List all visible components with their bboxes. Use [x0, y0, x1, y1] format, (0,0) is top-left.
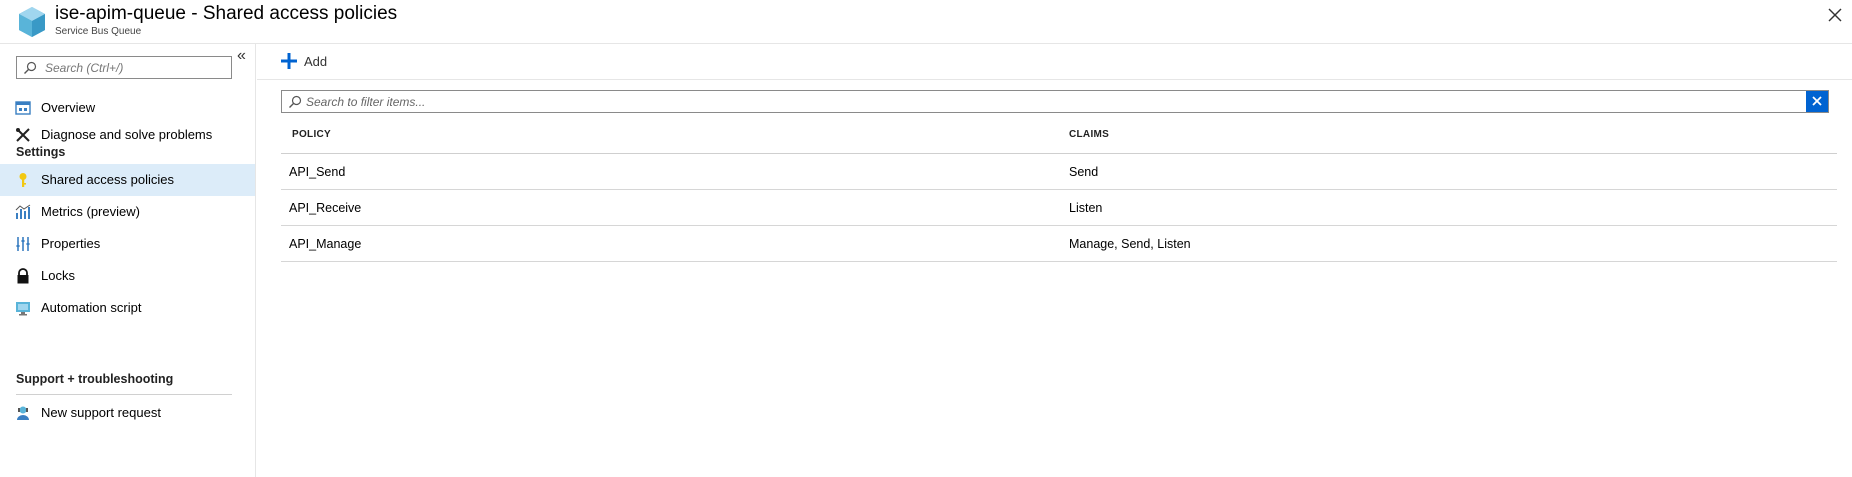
section-divider [16, 394, 232, 395]
table-header: POLICY CLAIMS [281, 120, 1837, 154]
sidebar-item-label: New support request [41, 405, 161, 420]
policy-claims: Send [1069, 165, 1099, 179]
key-icon [19, 173, 27, 187]
wrench-icon [16, 128, 30, 142]
table-row[interactable]: API_Send Send [281, 154, 1837, 190]
overview-icon [15, 101, 31, 115]
plus-icon [281, 53, 297, 69]
sidebar-item-label: Automation script [41, 300, 142, 315]
column-header-policy[interactable]: POLICY [292, 129, 331, 140]
sidebar-item-new-support-request[interactable]: New support request [0, 397, 255, 429]
sidebar-item-automation-script[interactable]: Automation script [0, 292, 255, 324]
sidebar-item-label: Metrics (preview) [41, 204, 140, 219]
policy-name[interactable]: API_Manage [289, 237, 361, 251]
properties-icon [16, 237, 30, 251]
page-subtitle: Service Bus Queue [55, 26, 142, 37]
close-icon [1812, 96, 1822, 106]
table-row[interactable]: API_Manage Manage, Send, Listen [281, 226, 1837, 262]
command-bar: Add [257, 44, 1852, 80]
sidebar-item-label: Diagnose and solve problems [41, 127, 213, 142]
clear-filter-button[interactable] [1806, 91, 1828, 112]
policy-claims: Listen [1069, 201, 1103, 215]
sidebar-item-label: Properties [41, 236, 101, 251]
blade-header: ise-apim-queue - Shared access policies … [0, 0, 1852, 44]
menu-search-box[interactable] [16, 56, 232, 79]
policy-name[interactable]: API_Receive [289, 201, 361, 215]
service-bus-queue-icon [19, 7, 45, 37]
collapse-menu-button[interactable]: « [237, 48, 246, 64]
close-icon[interactable] [1826, 6, 1844, 24]
support-icon [17, 406, 29, 420]
sidebar-item-shared-access-policies[interactable]: Shared access policies [0, 164, 255, 196]
automation-icon [16, 302, 30, 316]
search-icon [289, 95, 302, 108]
menu-search-input[interactable] [45, 59, 225, 76]
sidebar-item-locks[interactable]: Locks [0, 260, 255, 292]
sidebar-item-label: Shared access policies [41, 172, 174, 187]
section-support-title: Support + troubleshooting [16, 372, 174, 386]
lock-icon [17, 268, 29, 284]
section-settings-title: Settings [16, 145, 66, 159]
page-title: ise-apim-queue - Shared access policies [55, 3, 398, 24]
add-button-label: Add [304, 54, 328, 69]
metrics-icon [15, 204, 31, 219]
filter-input[interactable] [306, 93, 1786, 110]
policy-name[interactable]: API_Send [289, 165, 345, 179]
resource-menu: « Overview Diagnose and solve problems S… [0, 44, 256, 477]
table-row[interactable]: API_Receive Listen [281, 190, 1837, 226]
column-header-claims[interactable]: CLAIMS [1069, 129, 1109, 140]
sidebar-item-metrics[interactable]: Metrics (preview) [0, 196, 255, 228]
filter-box[interactable] [281, 90, 1829, 113]
sidebar-item-label: Overview [41, 100, 96, 115]
sidebar-item-label: Locks [41, 268, 75, 283]
sidebar-item-properties[interactable]: Properties [0, 228, 255, 260]
search-icon [24, 61, 37, 74]
policy-claims: Manage, Send, Listen [1069, 237, 1191, 251]
